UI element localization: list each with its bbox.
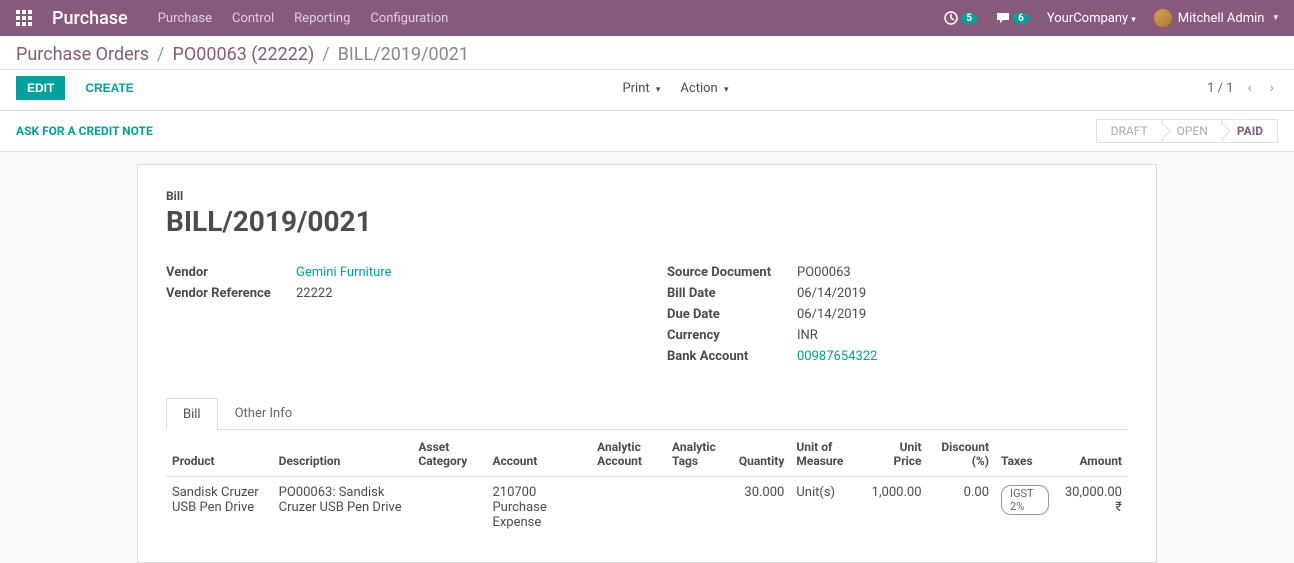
due-date-label: Due Date	[667, 307, 797, 322]
col-unit-price: Unit Price	[864, 430, 927, 477]
app-brand: Purchase	[52, 8, 128, 29]
currency-label: Currency	[667, 328, 797, 343]
cell-account: 210700 Purchase Expense	[486, 477, 591, 539]
bill-date-value: 06/14/2019	[797, 286, 866, 301]
col-account: Account	[486, 430, 591, 477]
vendor-ref-value: 22222	[296, 286, 333, 301]
currency-value: INR	[797, 328, 818, 343]
nav-reporting[interactable]: Reporting	[294, 11, 350, 26]
activities-badge: 5	[961, 13, 977, 24]
status-steps: DRAFT OPEN PAID	[1096, 119, 1278, 143]
form-col-right: Source Document PO00063 Bill Date 06/14/…	[667, 262, 1128, 367]
top-nav: Purchase Control Reporting Configuration	[158, 11, 944, 26]
vendor-link[interactable]: Gemini Furniture	[296, 265, 391, 280]
tab-other-info[interactable]: Other Info	[218, 397, 310, 429]
col-discount: Discount (%)	[928, 430, 996, 477]
caret-icon: ▾	[1273, 13, 1278, 23]
cell-asset	[412, 477, 486, 539]
bank-link[interactable]: 00987654322	[797, 349, 877, 364]
create-button[interactable]: CREATE	[75, 77, 143, 99]
due-date-value: 06/14/2019	[797, 307, 866, 322]
tax-badge: IGST 2%	[1001, 485, 1049, 515]
cell-analytic-tags	[666, 477, 733, 539]
ask-credit-note-button[interactable]: ASK FOR A CREDIT NOTE	[16, 124, 153, 138]
bank-label: Bank Account	[667, 349, 797, 364]
vendor-ref-label: Vendor Reference	[166, 286, 296, 301]
table-row[interactable]: Sandisk Cruzer USB Pen Drive PO00063: Sa…	[166, 477, 1128, 539]
discuss-badge: 6	[1013, 13, 1029, 24]
breadcrumb-root[interactable]: Purchase Orders	[16, 44, 149, 65]
caret-icon: ▾	[724, 85, 729, 95]
company-selector[interactable]: YourCompany▾	[1047, 11, 1136, 26]
form-grid: Vendor Gemini Furniture Vendor Reference…	[166, 262, 1128, 367]
col-amount: Amount	[1055, 430, 1128, 477]
bill-date-label: Bill Date	[667, 286, 797, 301]
breadcrumb-current: BILL/2019/0021	[338, 44, 469, 65]
breadcrumb-row: Purchase Orders / PO00063 (22222) / BILL…	[0, 36, 1294, 70]
print-label: Print	[622, 81, 649, 96]
company-name: YourCompany	[1047, 11, 1128, 26]
avatar	[1154, 9, 1172, 27]
cell-quantity: 30.000	[733, 477, 790, 539]
nav-control[interactable]: Control	[232, 11, 274, 26]
col-analytic-account: Analytic Account	[591, 430, 666, 477]
cell-amount: 30,000.00 ₹	[1055, 477, 1128, 539]
breadcrumb-po[interactable]: PO00063 (22222)	[172, 44, 314, 65]
source-label: Source Document	[667, 265, 797, 280]
col-taxes: Taxes	[995, 430, 1055, 477]
cell-analytic-account	[591, 477, 666, 539]
cell-product: Sandisk Cruzer USB Pen Drive	[166, 477, 273, 539]
bill-number: BILL/2019/0021	[166, 205, 1128, 238]
tabs: Bill Other Info	[166, 397, 1128, 430]
col-quantity: Quantity	[733, 430, 790, 477]
action-label: Action	[680, 81, 717, 96]
cell-uom: Unit(s)	[790, 477, 864, 539]
breadcrumb: Purchase Orders / PO00063 (22222) / BILL…	[16, 44, 1278, 65]
col-asset: Asset Category	[412, 430, 486, 477]
print-dropdown[interactable]: Print ▾	[622, 81, 660, 96]
col-uom: Unit of Measure	[790, 430, 864, 477]
pager-count: 1 / 1	[1207, 81, 1233, 96]
activities-icon[interactable]: 5	[943, 10, 977, 26]
caret-icon: ▾	[1131, 15, 1136, 25]
pager: 1 / 1 ‹ ›	[1207, 78, 1278, 98]
col-analytic-tags: Analytic Tags	[666, 430, 733, 477]
statusbar: ASK FOR A CREDIT NOTE DRAFT OPEN PAID	[0, 111, 1294, 152]
col-product: Product	[166, 430, 273, 477]
apps-icon[interactable]	[16, 10, 32, 26]
source-value: PO00063	[797, 265, 851, 280]
user-menu[interactable]: Mitchell Admin ▾	[1154, 9, 1278, 27]
toolbar-center: Print ▾ Action ▾	[144, 81, 1207, 96]
clock-icon	[943, 10, 959, 26]
cell-discount: 0.00	[928, 477, 996, 539]
status-open[interactable]: OPEN	[1163, 119, 1223, 143]
chat-icon	[995, 10, 1011, 26]
col-description: Description	[273, 430, 413, 477]
breadcrumb-sep: /	[157, 44, 164, 65]
status-draft[interactable]: DRAFT	[1096, 119, 1163, 143]
cell-taxes: IGST 2%	[995, 477, 1055, 539]
tab-bill[interactable]: Bill	[166, 398, 218, 430]
pager-prev[interactable]: ‹	[1244, 78, 1256, 98]
status-paid[interactable]: PAID	[1223, 119, 1278, 143]
cell-description: PO00063: Sandisk Cruzer USB Pen Drive	[273, 477, 413, 539]
form-col-left: Vendor Gemini Furniture Vendor Reference…	[166, 262, 627, 367]
form-sheet: Bill BILL/2019/0021 Vendor Gemini Furnit…	[137, 164, 1157, 563]
cell-unit-price: 1,000.00	[864, 477, 927, 539]
bill-label: Bill	[166, 189, 1128, 203]
edit-button[interactable]: EDIT	[16, 76, 65, 100]
nav-configuration[interactable]: Configuration	[370, 11, 448, 26]
user-name: Mitchell Admin	[1178, 11, 1265, 26]
bill-lines-table: Product Description Asset Category Accou…	[166, 430, 1128, 538]
nav-purchase[interactable]: Purchase	[158, 11, 212, 26]
caret-icon: ▾	[656, 85, 661, 95]
topbar: Purchase Purchase Control Reporting Conf…	[0, 0, 1294, 36]
discuss-icon[interactable]: 6	[995, 10, 1029, 26]
toolbar: EDIT CREATE Print ▾ Action ▾ 1 / 1 ‹ ›	[0, 70, 1294, 111]
topbar-right: 5 6 YourCompany▾ Mitchell Admin▾	[943, 9, 1278, 27]
pager-next[interactable]: ›	[1266, 78, 1278, 98]
breadcrumb-sep: /	[322, 44, 329, 65]
action-dropdown[interactable]: Action ▾	[680, 81, 728, 96]
vendor-label: Vendor	[166, 265, 296, 280]
